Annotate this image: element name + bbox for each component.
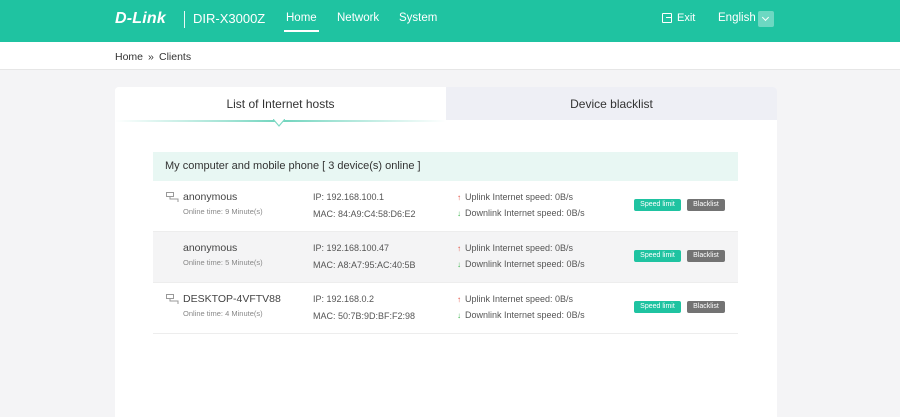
device-row: DESKTOP-4VFTV88 Online time: 4 Minute(s)… [153,283,738,334]
uplink-arrow-icon: ↑ [457,295,461,304]
downlink-arrow-icon: ↓ [457,260,461,269]
downlink-speed-text: Downlink Internet speed: 0B/s [465,259,585,269]
device-ip: IP: 192.168.100.47 [313,243,390,253]
device-name: DESKTOP-4VFTV88 [183,293,281,305]
breadcrumb-home[interactable]: Home [115,51,143,63]
downlink-speed: ↓ Downlink Internet speed: 0B/s [457,310,585,320]
tab-internet-hosts[interactable]: List of Internet hosts [115,87,446,120]
downlink-speed-text: Downlink Internet speed: 0B/s [465,208,585,218]
clients-panel: List of Internet hosts Device blacklist … [115,87,777,417]
breadcrumb-separator: » [148,51,154,63]
device-ip: IP: 192.168.100.1 [313,192,385,202]
device-name: anonymous [183,191,238,203]
device-ip: IP: 192.168.0.2 [313,294,375,304]
breadcrumb-current: Clients [159,51,192,63]
speed-limit-button[interactable]: Speed limit [634,301,681,313]
uplink-arrow-icon: ↑ [457,193,461,202]
device-online-time: Online time: 9 Minute(s) [183,207,263,216]
model-name: DIR-X3000Z [193,11,266,26]
blacklist-button[interactable]: Blacklist [687,301,725,313]
uplink-speed: ↑ Uplink Internet speed: 0B/s [457,192,573,202]
blacklist-button[interactable]: Blacklist [687,199,725,211]
logo-divider [184,11,185,28]
uplink-speed-text: Uplink Internet speed: 0B/s [465,192,574,202]
chevron-down-icon[interactable] [758,11,774,27]
group-header: My computer and mobile phone [ 3 device(… [153,152,738,181]
top-bar: D-Link DIR-X3000Z Home Network System Ex… [0,0,900,42]
device-mac: MAC: A8:A7:95:AC:40:5B [313,260,416,270]
downlink-arrow-icon: ↓ [457,311,461,320]
exit-icon [662,13,672,23]
nav-home[interactable]: Home [284,12,319,32]
speed-limit-button[interactable]: Speed limit [634,199,681,211]
downlink-speed-text: Downlink Internet speed: 0B/s [465,310,585,320]
nav-network[interactable]: Network [337,12,379,24]
uplink-speed: ↑ Uplink Internet speed: 0B/s [457,294,573,304]
ethernet-device-icon [166,192,179,202]
uplink-speed-text: Uplink Internet speed: 0B/s [465,294,574,304]
active-tab-caret-icon [273,119,285,127]
device-online-time: Online time: 4 Minute(s) [183,309,263,318]
device-row: anonymous Online time: 9 Minute(s) IP: 1… [153,181,738,232]
device-mac: MAC: 50:7B:9D:BF:F2:98 [313,311,416,321]
uplink-speed-text: Uplink Internet speed: 0B/s [465,243,574,253]
uplink-arrow-icon: ↑ [457,244,461,253]
ethernet-device-icon [166,294,179,304]
downlink-speed: ↓ Downlink Internet speed: 0B/s [457,208,585,218]
device-name: anonymous [183,242,238,254]
exit-label: Exit [677,12,696,24]
language-label[interactable]: English [718,12,756,24]
blacklist-button[interactable]: Blacklist [687,250,725,262]
device-mac: MAC: 84:A9:C4:58:D6:E2 [313,209,416,219]
uplink-speed: ↑ Uplink Internet speed: 0B/s [457,243,573,253]
breadcrumb: Home » Clients [0,42,900,70]
tab-device-blacklist[interactable]: Device blacklist [446,87,777,120]
dlink-logo[interactable]: D-Link [115,10,166,28]
nav-system[interactable]: System [399,12,437,24]
downlink-arrow-icon: ↓ [457,209,461,218]
device-online-time: Online time: 5 Minute(s) [183,258,263,267]
device-row: anonymous Online time: 5 Minute(s) IP: 1… [153,232,738,283]
speed-limit-button[interactable]: Speed limit [634,250,681,262]
downlink-speed: ↓ Downlink Internet speed: 0B/s [457,259,585,269]
